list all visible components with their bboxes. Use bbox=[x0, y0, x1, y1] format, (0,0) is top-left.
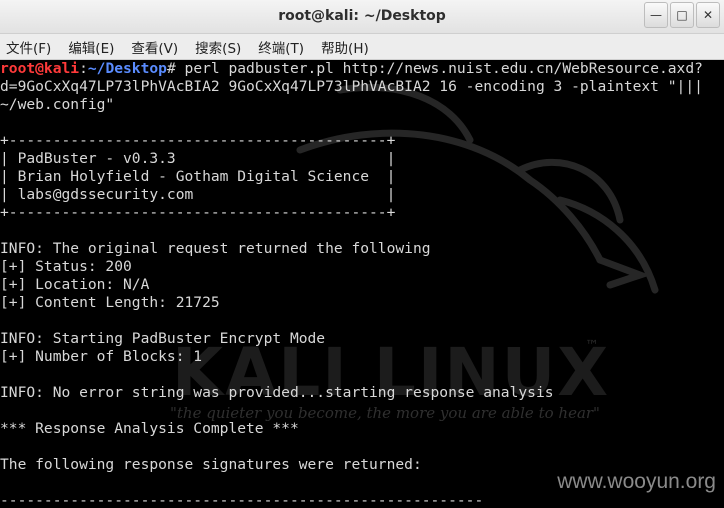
banner-email: | labs@gdssecurity.com | bbox=[0, 186, 396, 203]
output-line: INFO: Starting PadBuster Encrypt Mode bbox=[0, 330, 326, 347]
maximize-button[interactable]: □ bbox=[670, 2, 694, 28]
banner-border-top: +---------------------------------------… bbox=[0, 132, 396, 149]
title-bar[interactable]: root@kali: ~/Desktop — □ ✕ bbox=[0, 0, 724, 34]
window-controls: — □ ✕ bbox=[644, 2, 720, 28]
close-icon: ✕ bbox=[702, 8, 714, 22]
menu-terminal[interactable]: 终端(T) bbox=[258, 37, 304, 57]
menu-view[interactable]: 查看(V) bbox=[131, 37, 178, 57]
banner-border-bottom: +---------------------------------------… bbox=[0, 204, 396, 221]
command-text: perl padbuster.pl http://news.nuist.edu.… bbox=[175, 60, 703, 77]
output-line: ----------------------------------------… bbox=[0, 492, 484, 508]
maximize-icon: □ bbox=[676, 8, 688, 22]
terminal-area[interactable]: KALI LINUX ™ "the quieter you become, th… bbox=[0, 60, 724, 508]
output-line: *** Response Analysis Complete *** bbox=[0, 420, 299, 437]
prompt-separator: : bbox=[79, 60, 88, 77]
prompt-symbol: # bbox=[166, 60, 176, 77]
menu-bar: 文件(F) 编辑(E) 查看(V) 搜索(S) 终端(T) 帮助(H) bbox=[0, 34, 724, 60]
output-line: [+] Number of Blocks: 1 bbox=[0, 348, 203, 365]
menu-file[interactable]: 文件(F) bbox=[6, 37, 51, 57]
command-line-1: root@kali:~/Desktop# perl padbuster.pl h… bbox=[0, 60, 703, 78]
window-title: root@kali: ~/Desktop bbox=[278, 8, 446, 24]
menu-help[interactable]: 帮助(H) bbox=[321, 37, 369, 57]
command-line-2: d=9GoCxXq47LP73lPhVAcBIA2 9GoCxXq47LP73l… bbox=[0, 78, 703, 95]
terminal-output: root@kali:~/Desktop# perl padbuster.pl h… bbox=[0, 60, 703, 508]
output-line: [+] Content Length: 21725 bbox=[0, 294, 220, 311]
banner-title: | PadBuster - v0.3.3 | bbox=[0, 150, 396, 167]
menu-search[interactable]: 搜索(S) bbox=[195, 37, 241, 57]
minimize-icon: — bbox=[650, 8, 662, 22]
watermark-text: www.wooyun.org bbox=[557, 470, 716, 493]
output-line: INFO: The original request returned the … bbox=[0, 240, 431, 257]
minimize-button[interactable]: — bbox=[644, 2, 668, 28]
output-line: INFO: No error string was provided...sta… bbox=[0, 384, 554, 401]
command-line-3: ~/web.config" bbox=[0, 96, 115, 113]
output-line: [+] Location: N/A bbox=[0, 276, 150, 293]
prompt-path: ~/Desktop bbox=[87, 60, 167, 77]
prompt-user-host: root@kali bbox=[0, 60, 80, 77]
banner-author: | Brian Holyfield - Gotham Digital Scien… bbox=[0, 168, 396, 185]
close-button[interactable]: ✕ bbox=[696, 2, 720, 28]
output-line: [+] Status: 200 bbox=[0, 258, 132, 275]
menu-edit[interactable]: 编辑(E) bbox=[68, 37, 114, 57]
